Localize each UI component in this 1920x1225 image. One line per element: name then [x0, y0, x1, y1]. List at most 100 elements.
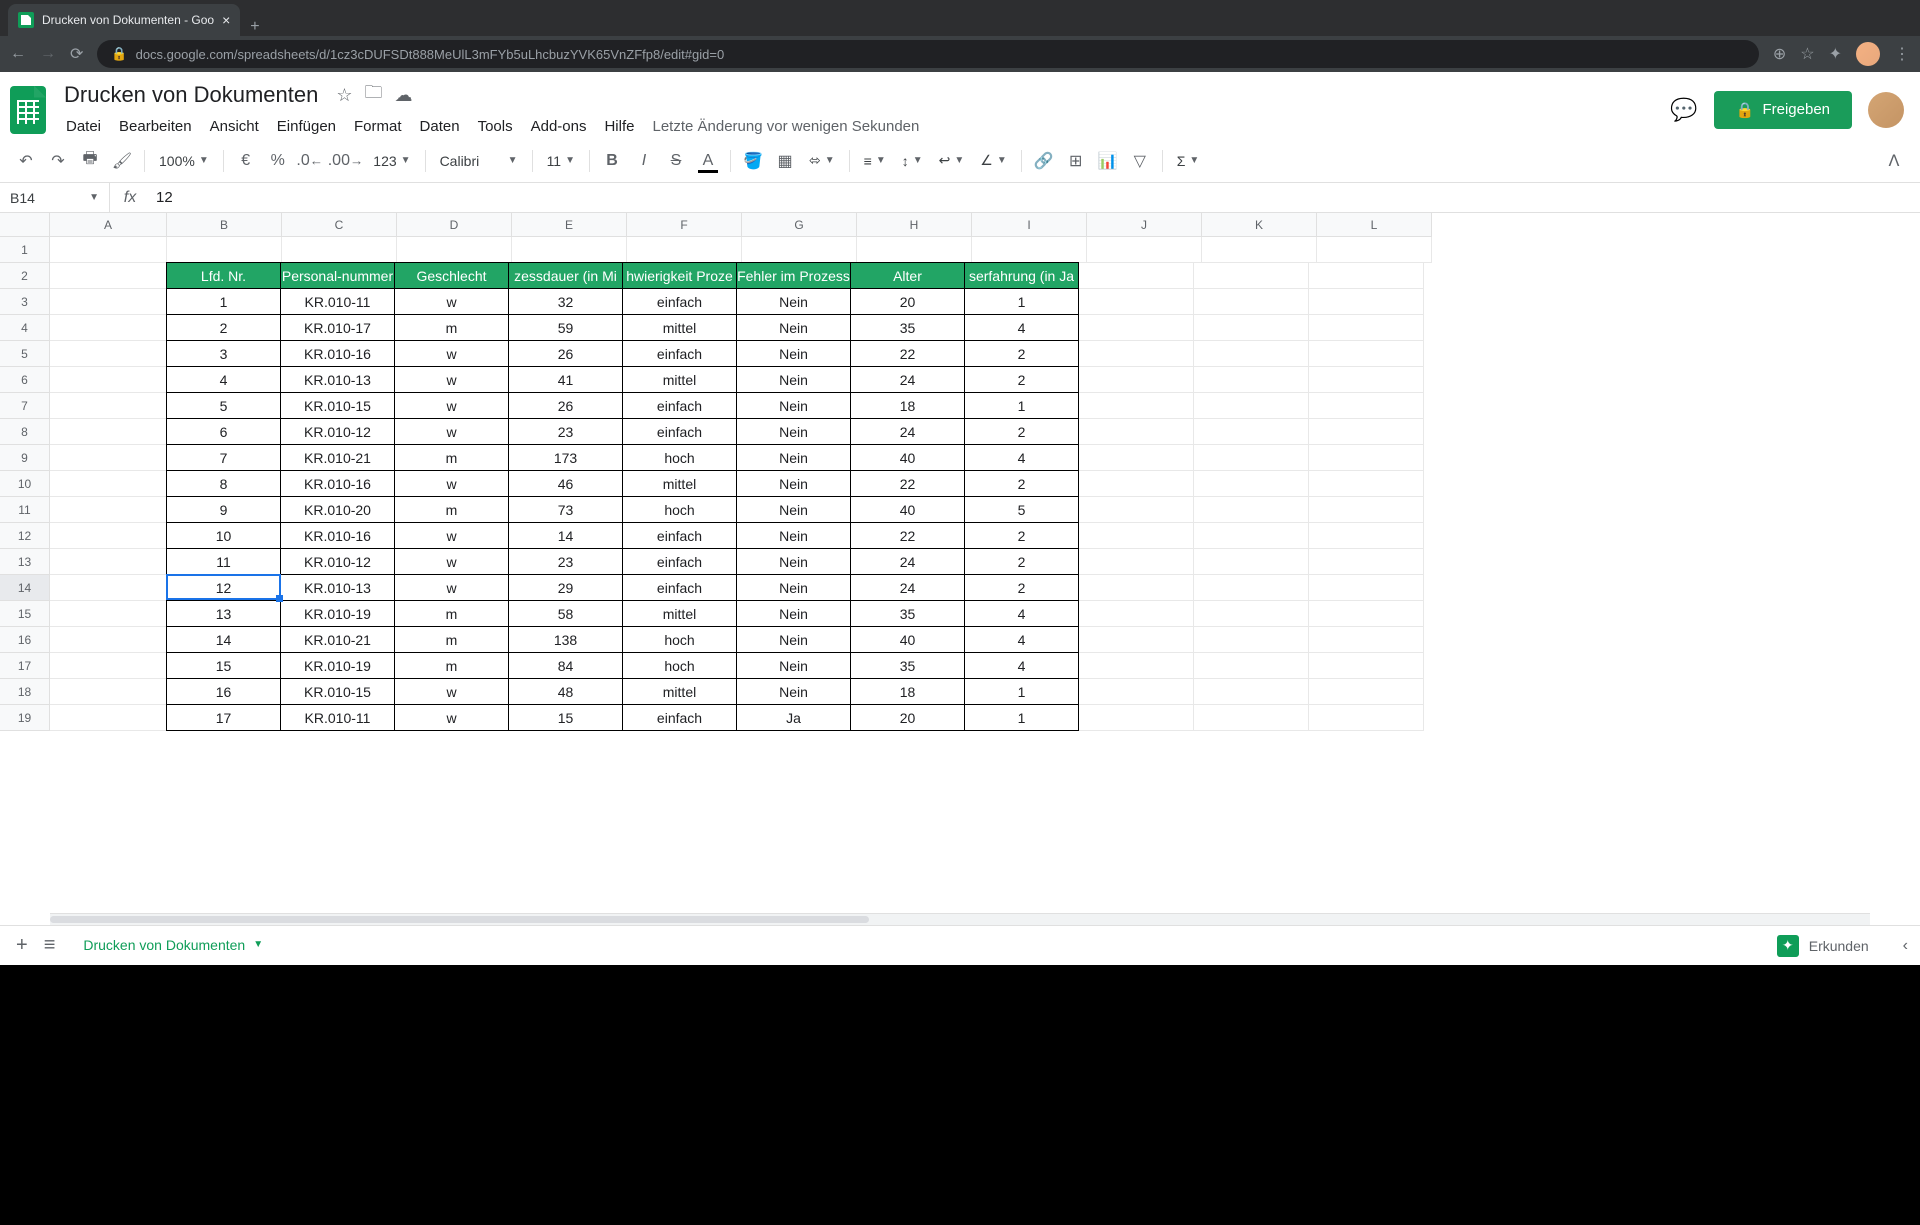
row-header-6[interactable]: 6 [0, 367, 50, 393]
cell[interactable]: mittel [622, 678, 737, 705]
cell[interactable]: Nein [736, 600, 851, 627]
cell[interactable] [1079, 601, 1194, 627]
cell[interactable]: 2 [964, 574, 1079, 601]
last-edit-text[interactable]: Letzte Änderung vor wenigen Sekunden [644, 114, 927, 139]
cell[interactable]: m [394, 496, 509, 523]
row-header-5[interactable]: 5 [0, 341, 50, 367]
font-size-select[interactable]: 11▼ [541, 153, 581, 169]
cell[interactable]: Nein [736, 496, 851, 523]
cell[interactable] [1309, 653, 1424, 679]
cell[interactable] [1079, 679, 1194, 705]
functions-button[interactable]: Σ▼ [1171, 153, 1206, 169]
cell[interactable]: Nein [736, 288, 851, 315]
cell[interactable]: hoch [622, 652, 737, 679]
cell[interactable]: Nein [736, 626, 851, 653]
cell[interactable] [1079, 627, 1194, 653]
cell[interactable]: KR.010-13 [280, 366, 395, 393]
insert-comment-button[interactable]: ⊞ [1062, 147, 1090, 175]
cell[interactable]: 2 [166, 314, 281, 341]
col-header-E[interactable]: E [512, 213, 627, 237]
col-header-K[interactable]: K [1202, 213, 1317, 237]
cell[interactable]: 35 [850, 600, 965, 627]
cell[interactable] [1309, 419, 1424, 445]
cell[interactable]: 2 [964, 418, 1079, 445]
cell[interactable]: Alter [850, 262, 965, 289]
cell[interactable] [1079, 419, 1194, 445]
row-header-18[interactable]: 18 [0, 679, 50, 705]
cell[interactable]: 1 [964, 678, 1079, 705]
cell[interactable]: 2 [964, 548, 1079, 575]
row-header-15[interactable]: 15 [0, 601, 50, 627]
cell[interactable] [50, 367, 167, 393]
cell[interactable] [1194, 549, 1309, 575]
cell[interactable]: 1 [166, 288, 281, 315]
cell[interactable] [1079, 575, 1194, 601]
filter-button[interactable]: ▽ [1126, 147, 1154, 175]
col-header-B[interactable]: B [167, 213, 282, 237]
cell[interactable]: KR.010-16 [280, 522, 395, 549]
cell[interactable]: 15 [166, 652, 281, 679]
cell[interactable]: KR.010-15 [280, 392, 395, 419]
row-header-11[interactable]: 11 [0, 497, 50, 523]
insert-chart-button[interactable]: 📊 [1094, 147, 1122, 175]
cell[interactable]: 58 [508, 600, 623, 627]
cell[interactable] [1194, 445, 1309, 471]
cell[interactable] [50, 497, 167, 523]
cell[interactable]: m [394, 600, 509, 627]
cell[interactable] [742, 237, 857, 263]
text-color-button[interactable]: A [694, 147, 722, 175]
cell[interactable]: Nein [736, 574, 851, 601]
cell[interactable] [50, 705, 167, 731]
chevron-down-icon[interactable]: ▼ [253, 939, 263, 950]
cell[interactable] [1079, 367, 1194, 393]
cell[interactable]: hoch [622, 626, 737, 653]
insert-link-button[interactable]: 🔗 [1030, 147, 1058, 175]
cell[interactable] [1079, 549, 1194, 575]
cell[interactable]: 1 [964, 704, 1079, 731]
cell[interactable]: einfach [622, 418, 737, 445]
cell[interactable] [1087, 237, 1202, 263]
cell[interactable]: 23 [508, 548, 623, 575]
cell[interactable]: 18 [850, 392, 965, 419]
cell[interactable]: 13 [166, 600, 281, 627]
cell[interactable]: w [394, 470, 509, 497]
cell[interactable] [1309, 393, 1424, 419]
cell[interactable] [972, 237, 1087, 263]
cell[interactable] [1194, 367, 1309, 393]
row-header-10[interactable]: 10 [0, 471, 50, 497]
cell[interactable]: w [394, 288, 509, 315]
cell[interactable]: m [394, 314, 509, 341]
col-header-J[interactable]: J [1087, 213, 1202, 237]
cell[interactable]: 29 [508, 574, 623, 601]
cell[interactable]: 35 [850, 314, 965, 341]
add-sheet-button[interactable]: + [12, 930, 32, 961]
menu-format[interactable]: Format [346, 114, 410, 139]
cell[interactable]: 4 [964, 626, 1079, 653]
cell[interactable]: Nein [736, 678, 851, 705]
cell[interactable] [1079, 289, 1194, 315]
col-header-A[interactable]: A [50, 213, 167, 237]
row-header-7[interactable]: 7 [0, 393, 50, 419]
zoom-select[interactable]: 100%▼ [153, 153, 215, 169]
paint-format-button[interactable]: 🖌 [108, 147, 136, 175]
horizontal-align-button[interactable]: ≡▼ [858, 153, 892, 169]
cell[interactable] [50, 523, 167, 549]
cell[interactable]: KR.010-20 [280, 496, 395, 523]
cell[interactable]: hoch [622, 496, 737, 523]
cell[interactable] [1317, 237, 1432, 263]
cell[interactable]: Personal-nummer [280, 262, 395, 289]
redo-button[interactable]: ↷ [44, 147, 72, 175]
cell[interactable] [50, 653, 167, 679]
cell[interactable] [1079, 523, 1194, 549]
cell[interactable] [1194, 523, 1309, 549]
cloud-status-icon[interactable]: ☁ [395, 85, 413, 106]
cell[interactable]: KR.010-15 [280, 678, 395, 705]
cell[interactable]: Nein [736, 418, 851, 445]
menu-icon[interactable]: ⋮ [1894, 44, 1910, 64]
cell[interactable]: 18 [850, 678, 965, 705]
cell[interactable]: 84 [508, 652, 623, 679]
cell[interactable] [50, 393, 167, 419]
cell[interactable]: m [394, 626, 509, 653]
cell[interactable] [1194, 627, 1309, 653]
col-header-D[interactable]: D [397, 213, 512, 237]
